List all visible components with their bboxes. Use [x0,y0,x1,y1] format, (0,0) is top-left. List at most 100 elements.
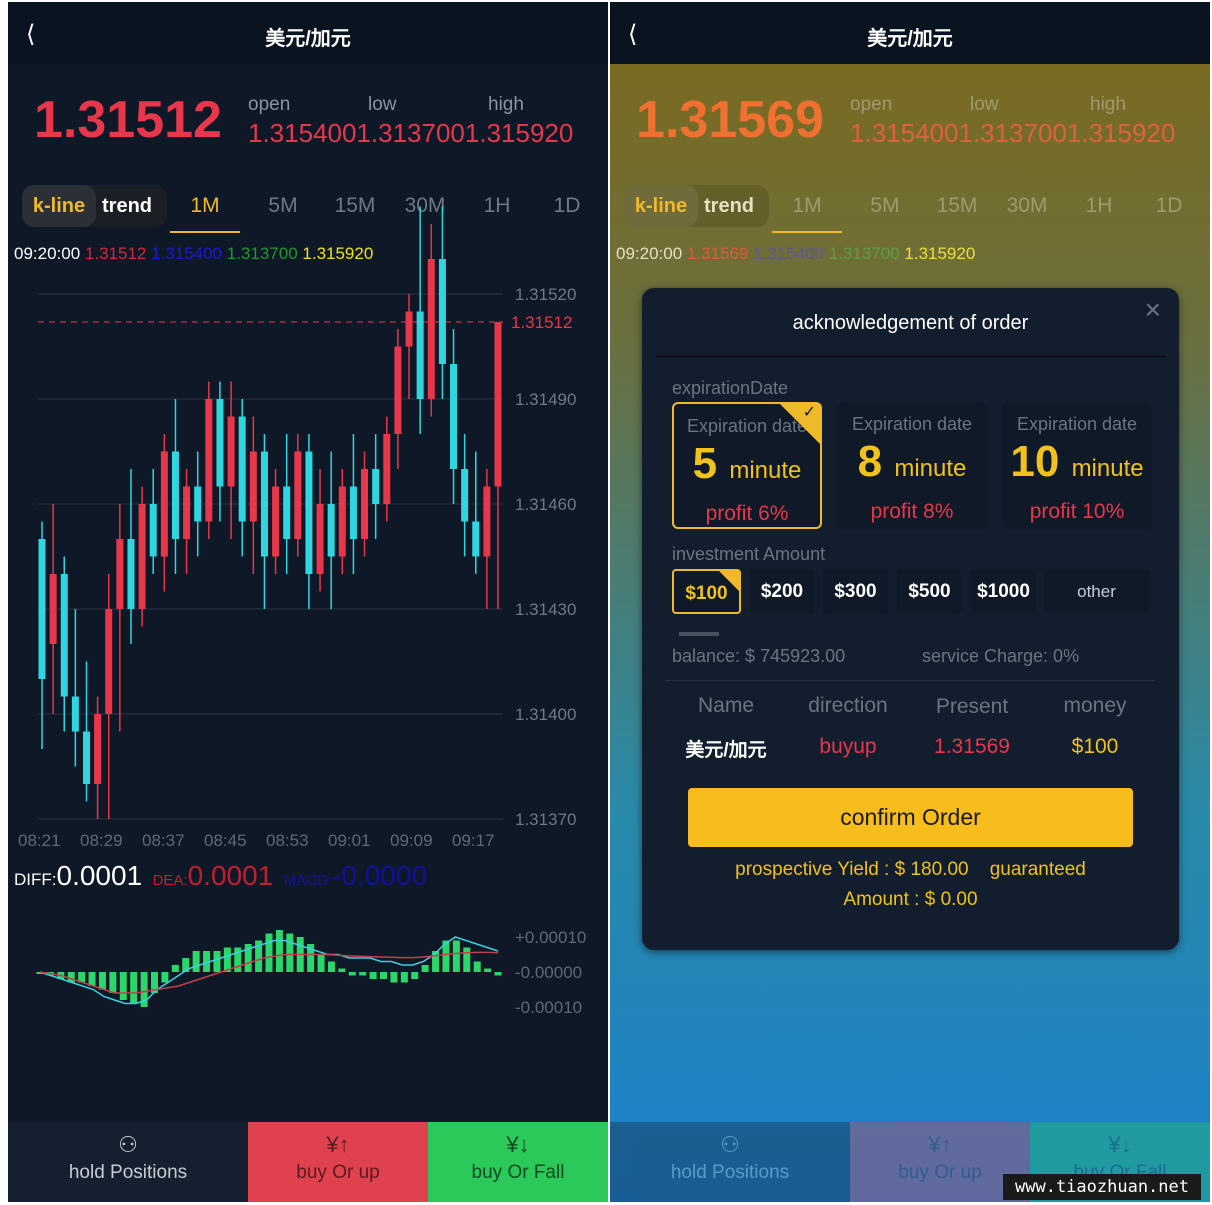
yen-down-icon: ¥↓ [1108,1132,1132,1157]
amount-300[interactable]: $300 [823,569,888,614]
expiration-option-8[interactable]: Expiration date 8 minute profit 8% [837,402,987,529]
confirm-order-button[interactable]: confirm Order [688,788,1133,847]
expiration-option-5[interactable]: ✓ Expiration date 5 minute profit 6% [672,402,822,529]
divider [666,680,1155,681]
yen-down-icon: ¥↓ [506,1132,530,1157]
macd-tick-label: -0.00010 [515,998,582,1017]
buy-fall-label: buy Or Fall [471,1162,565,1183]
tab-1m[interactable]: 1M [772,185,842,233]
y-tick-label: 1.31430 [515,600,576,619]
tab-5m[interactable]: 5M [850,185,920,227]
candle-body [105,609,113,714]
buy-up-button[interactable]: ¥↑ buy Or up [248,1122,428,1202]
amount-100[interactable]: $100 [672,569,741,614]
candle-body [316,504,324,574]
option-unit: minute [894,455,967,482]
macd-bar [130,972,138,1004]
guaranteed-amount: Amount : $ 0.00 [843,889,978,910]
macd-bar [400,972,408,983]
macd-bar [348,972,356,976]
open-label: open [850,94,893,115]
macd-bar [494,972,502,976]
y-tick-label: 1.31520 [515,285,576,304]
amount-200[interactable]: $200 [750,569,814,614]
x-tick-label: 08:45 [204,831,247,850]
header: ⟨ 美元/加元 [610,2,1210,64]
candle-body [183,486,191,539]
coins-icon: ⚇ [118,1132,138,1157]
tab-kline[interactable]: k-line [624,185,698,227]
option-unit: minute [1071,455,1144,482]
tab-trend[interactable]: trend [704,185,754,227]
dea-label: DEA: [152,872,188,889]
candle-body [171,451,179,539]
candle-body [272,486,280,557]
y-tick-label: 1.31490 [515,390,576,409]
hold-positions-button[interactable]: ⚇ hold Positions [8,1122,248,1202]
order-screen: ⟨ 美元/加元 1.31569 open low high 1.3154001.… [610,2,1210,1202]
ohlc-readout: 09:20:00 1.31569 1.315400 1.313700 1.315… [616,244,975,264]
candle-body [238,416,246,522]
macd-bar [369,972,377,979]
hold-positions-label: hold Positions [68,1162,188,1183]
candle-body [38,539,46,679]
amount-500[interactable]: $500 [897,569,962,614]
col-money: money [1063,694,1127,717]
candle-body [49,574,57,644]
tab-1d[interactable]: 1D [1134,185,1204,227]
option-profit: profit 8% [870,500,954,523]
option-number: 8 [857,437,883,486]
macd-tick-label: +0.00010 [515,928,586,947]
trading-screen: ⟨ 美元/加元 1.31512 open low high 1.3154001.… [8,2,608,1202]
macd-tick-label: -0.00000 [515,963,582,982]
chart-type-toggle: k-line trend [624,185,769,227]
tab-15m[interactable]: 15M [922,185,992,227]
candle-body [294,451,302,539]
macd-bar [338,968,346,972]
macd-bar [88,972,96,986]
hold-positions-label: hold Positions [670,1162,790,1183]
candle-body [194,486,202,522]
option-number: 10 [1010,437,1060,486]
y-tick-label: 1.31460 [515,495,576,514]
candle-body [205,399,213,522]
macd-value: -0.0000 [332,860,428,891]
investment-label: investment Amount [672,544,826,564]
modal-title: acknowledgement of order [792,312,1029,334]
row-name: 美元/加元 [685,740,767,761]
candle-body [483,486,491,557]
diff-label: DIFF: [14,870,57,889]
candle-body [472,521,480,557]
tab-30m[interactable]: 30M [992,185,1062,227]
macd-bar [452,940,460,972]
macd-bar [411,972,419,979]
option-profit: profit 10% [1029,500,1125,523]
high-label: high [1090,94,1126,115]
x-tick-label: 08:37 [142,831,185,850]
candle-body [60,574,68,697]
amount-other[interactable]: other [1044,569,1149,614]
candle-body [305,451,313,574]
yen-up-icon: ¥↑ [928,1132,952,1157]
diff-value: 0.0001 [56,860,143,891]
macd-bar [380,972,387,979]
page-title: 美元/加元 [867,28,953,50]
expiration-option-10[interactable]: Expiration date 10 minute profit 10% [1002,402,1152,529]
macd-bar [286,933,294,972]
service-charge: service Charge: 0% [922,646,1080,666]
candle-body [149,504,157,557]
check-icon: ✓ [802,404,816,421]
candle-body [94,714,102,784]
y-tick-label: 1.31400 [515,705,576,724]
buy-fall-button[interactable]: ¥↓ buy Or Fall [428,1122,608,1202]
option-number: 5 [692,439,718,488]
candlestick-chart[interactable]: 1.31520 1.31490 1.31460 1.31430 1.31400 1.313… [8,2,608,1122]
order-modal: acknowledgement of order × expirationDat… [642,288,1179,950]
close-icon[interactable]: × [1145,294,1161,326]
col-present-price: Present price [935,695,1009,718]
macd-readout: DIFF:0.0001 DEA:0.0001 MACD:-0.0000 [14,860,427,892]
amount-1000[interactable]: $1000 [971,569,1036,614]
hold-positions-button[interactable]: ⚇ hold Positions [610,1122,850,1202]
tab-1h[interactable]: 1H [1064,185,1134,227]
macd-bar [317,954,325,972]
